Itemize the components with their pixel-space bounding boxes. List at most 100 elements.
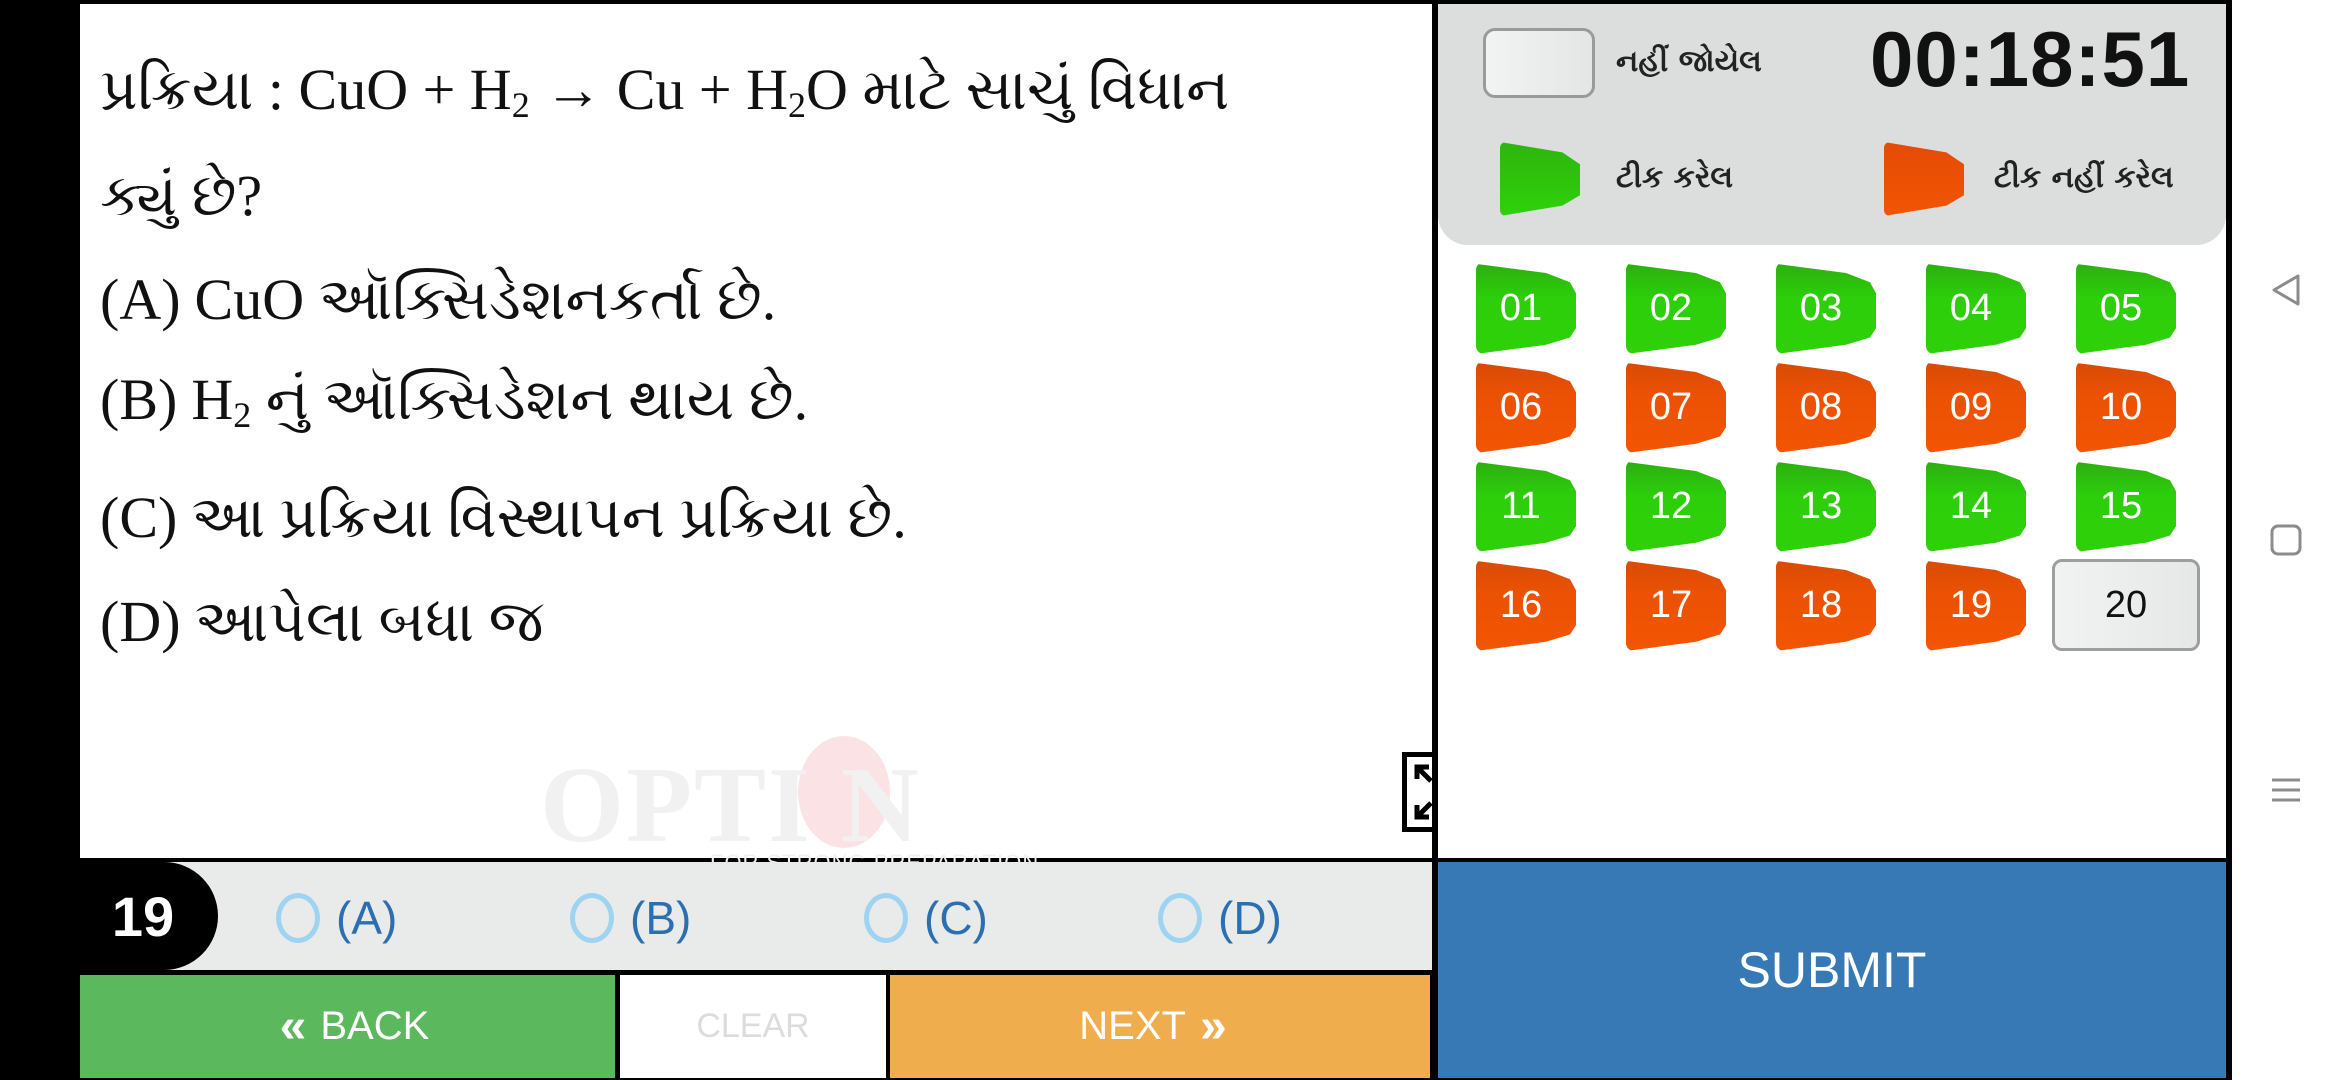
status-legend: નહીં જોયેલ 00:18:51 ટીક કરેલ ટીક નહીં કર… [1438, 4, 2226, 245]
countdown-timer: 00:18:51 [1870, 15, 2191, 103]
radio-icon[interactable] [1158, 893, 1202, 943]
question-tile-number: 10 [2099, 385, 2143, 428]
question-tile-10[interactable]: 10 [2076, 361, 2176, 453]
question-tile-08[interactable]: 08 [1776, 361, 1876, 453]
question-tile-14[interactable]: 14 [1926, 460, 2026, 552]
answer-label: (B) [630, 892, 692, 944]
question-tile-04[interactable]: 04 [1926, 262, 2026, 354]
option-d-text: (D) આપેલા બધા જ [100, 588, 543, 656]
question-tile-number: 20 [2104, 583, 2148, 626]
question-palette-panel: નહીં જોયેલ 00:18:51 ટીક કરેલ ટીક નહીં કર… [1438, 4, 2226, 858]
clear-label: CLEAR [696, 1007, 810, 1045]
option-label: (A) [100, 267, 181, 332]
double-chevron-left-icon: « [279, 1000, 307, 1053]
question-text-part: → Cu + H [529, 57, 788, 122]
back-button[interactable]: « BACK [80, 975, 615, 1078]
question-tile-12[interactable]: 12 [1626, 460, 1726, 552]
question-tile-number: 04 [1949, 286, 1993, 329]
ticked-flag-icon [1500, 142, 1580, 216]
option-b-text: (B) H2 નું ઑક્સિડેશન થાય છે. [100, 366, 808, 436]
watermark-logo: OPTI N FOR STRONG PREPARATION [540, 724, 1060, 875]
answer-bar: 19 (A) (B) (C) (D) [80, 862, 1432, 970]
question-tile-02[interactable]: 02 [1626, 262, 1726, 354]
option-body: CuO ઑક્સિડેશનકર્તા છે. [194, 267, 777, 332]
submit-button[interactable]: SUBMIT [1438, 862, 2226, 1078]
answer-label: (C) [924, 892, 988, 944]
subscript: 2 [233, 395, 252, 435]
question-tile-number: 19 [1949, 583, 1993, 626]
unseen-label: નહીં જોયેલ [1616, 44, 1762, 79]
hamburger-menu-icon [2272, 778, 2300, 802]
question-tile-07[interactable]: 07 [1626, 361, 1726, 453]
double-chevron-right-icon: » [1199, 1000, 1227, 1053]
question-text-part: પ્રક્રિયા : CuO + H [100, 57, 512, 122]
current-question-badge: 19 [80, 862, 218, 970]
question-tile-number: 03 [1799, 286, 1843, 329]
submit-label: SUBMIT [1737, 942, 1927, 998]
answer-radio-a[interactable]: (A) [276, 888, 397, 948]
question-tile-number: 01 [1499, 286, 1543, 329]
radio-icon[interactable] [570, 893, 614, 943]
option-body: આપેલા બધા જ [194, 589, 544, 654]
question-tile-11[interactable]: 11 [1476, 460, 1576, 552]
answer-radio-b[interactable]: (B) [570, 888, 691, 948]
next-label: NEXT [1079, 1004, 1186, 1048]
answer-label: (A) [336, 892, 398, 944]
question-tile-number: 17 [1649, 583, 1693, 626]
question-text-line-1: પ્રક્રિયા : CuO + H2 → Cu + H2O માટે સાચ… [100, 56, 1229, 126]
question-tile-15[interactable]: 15 [2076, 460, 2176, 552]
option-label: (C) [100, 485, 178, 550]
question-tile-number: 14 [1949, 484, 1993, 527]
question-tile-16[interactable]: 16 [1476, 559, 1576, 651]
question-tile-number: 13 [1799, 484, 1843, 527]
option-a-text: (A) CuO ઑક્સિડેશનકર્તા છે. [100, 266, 776, 334]
option-body: આ પ્રક્રિયા વિસ્થાપન પ્રક્રિયા છે. [191, 485, 907, 550]
question-tile-number: 12 [1649, 484, 1693, 527]
question-tile-17[interactable]: 17 [1626, 559, 1726, 651]
triangle-back-icon [2272, 274, 2300, 306]
option-label: (B) [100, 367, 178, 432]
question-panel: પ્રક્રિયા : CuO + H2 → Cu + H2O માટે સાચ… [80, 4, 1506, 875]
question-tile-number: 15 [2099, 484, 2143, 527]
question-tile-number: 02 [1649, 286, 1693, 329]
subscript: 2 [511, 85, 530, 125]
option-body: H [191, 367, 234, 432]
unseen-swatch [1483, 28, 1595, 98]
question-text-line-2: ક્યું છે? [100, 163, 263, 228]
system-back-button[interactable] [2260, 264, 2312, 316]
question-tile-01[interactable]: 01 [1476, 262, 1576, 354]
radio-icon[interactable] [276, 893, 320, 943]
ticked-label: ટીક કરેલ [1616, 160, 1734, 195]
question-tile-13[interactable]: 13 [1776, 460, 1876, 552]
unticked-label: ટીક નહીં કરેલ [1994, 160, 2174, 195]
question-tile-09[interactable]: 09 [1926, 361, 2026, 453]
system-menu-button[interactable] [2260, 764, 2312, 816]
back-label: BACK [320, 1004, 430, 1048]
question-tile-18[interactable]: 18 [1776, 559, 1876, 651]
option-c-text: (C) આ પ્રક્રિયા વિસ્થાપન પ્રક્રિયા છે. [100, 484, 907, 552]
unticked-flag-icon [1884, 142, 1964, 216]
question-tile-number: 11 [1501, 484, 1541, 527]
question-tile-19[interactable]: 19 [1926, 559, 2026, 651]
answer-label: (D) [1218, 892, 1282, 944]
question-tile-number: 06 [1499, 385, 1543, 428]
answer-radio-d[interactable]: (D) [1158, 888, 1282, 948]
question-tile-06[interactable]: 06 [1476, 361, 1576, 453]
question-grid: 01 02 03 04 05 06 07 08 09 10 11 12 13 14 15 16 17 18 19 20 [1476, 262, 2216, 662]
question-tile-number: 08 [1799, 385, 1843, 428]
system-home-button[interactable] [2260, 514, 2312, 566]
question-tile-20[interactable]: 20 [2052, 559, 2200, 651]
option-body: નું ઑક્સિડેશન થાય છે. [251, 367, 809, 432]
question-tile-03[interactable]: 03 [1776, 262, 1876, 354]
question-tile-number: 07 [1649, 385, 1693, 428]
radio-icon[interactable] [864, 893, 908, 943]
next-button[interactable]: NEXT » [890, 975, 1430, 1078]
question-text-part: O માટે સાચું વિધાન [805, 57, 1230, 122]
question-tile-number: 16 [1499, 583, 1543, 626]
question-tile-number: 18 [1799, 583, 1843, 626]
question-tile-number: 09 [1949, 385, 1993, 428]
question-tile-number: 05 [2099, 286, 2143, 329]
clear-button[interactable]: CLEAR [620, 975, 886, 1078]
answer-radio-c[interactable]: (C) [864, 888, 988, 948]
question-tile-05[interactable]: 05 [2076, 262, 2176, 354]
